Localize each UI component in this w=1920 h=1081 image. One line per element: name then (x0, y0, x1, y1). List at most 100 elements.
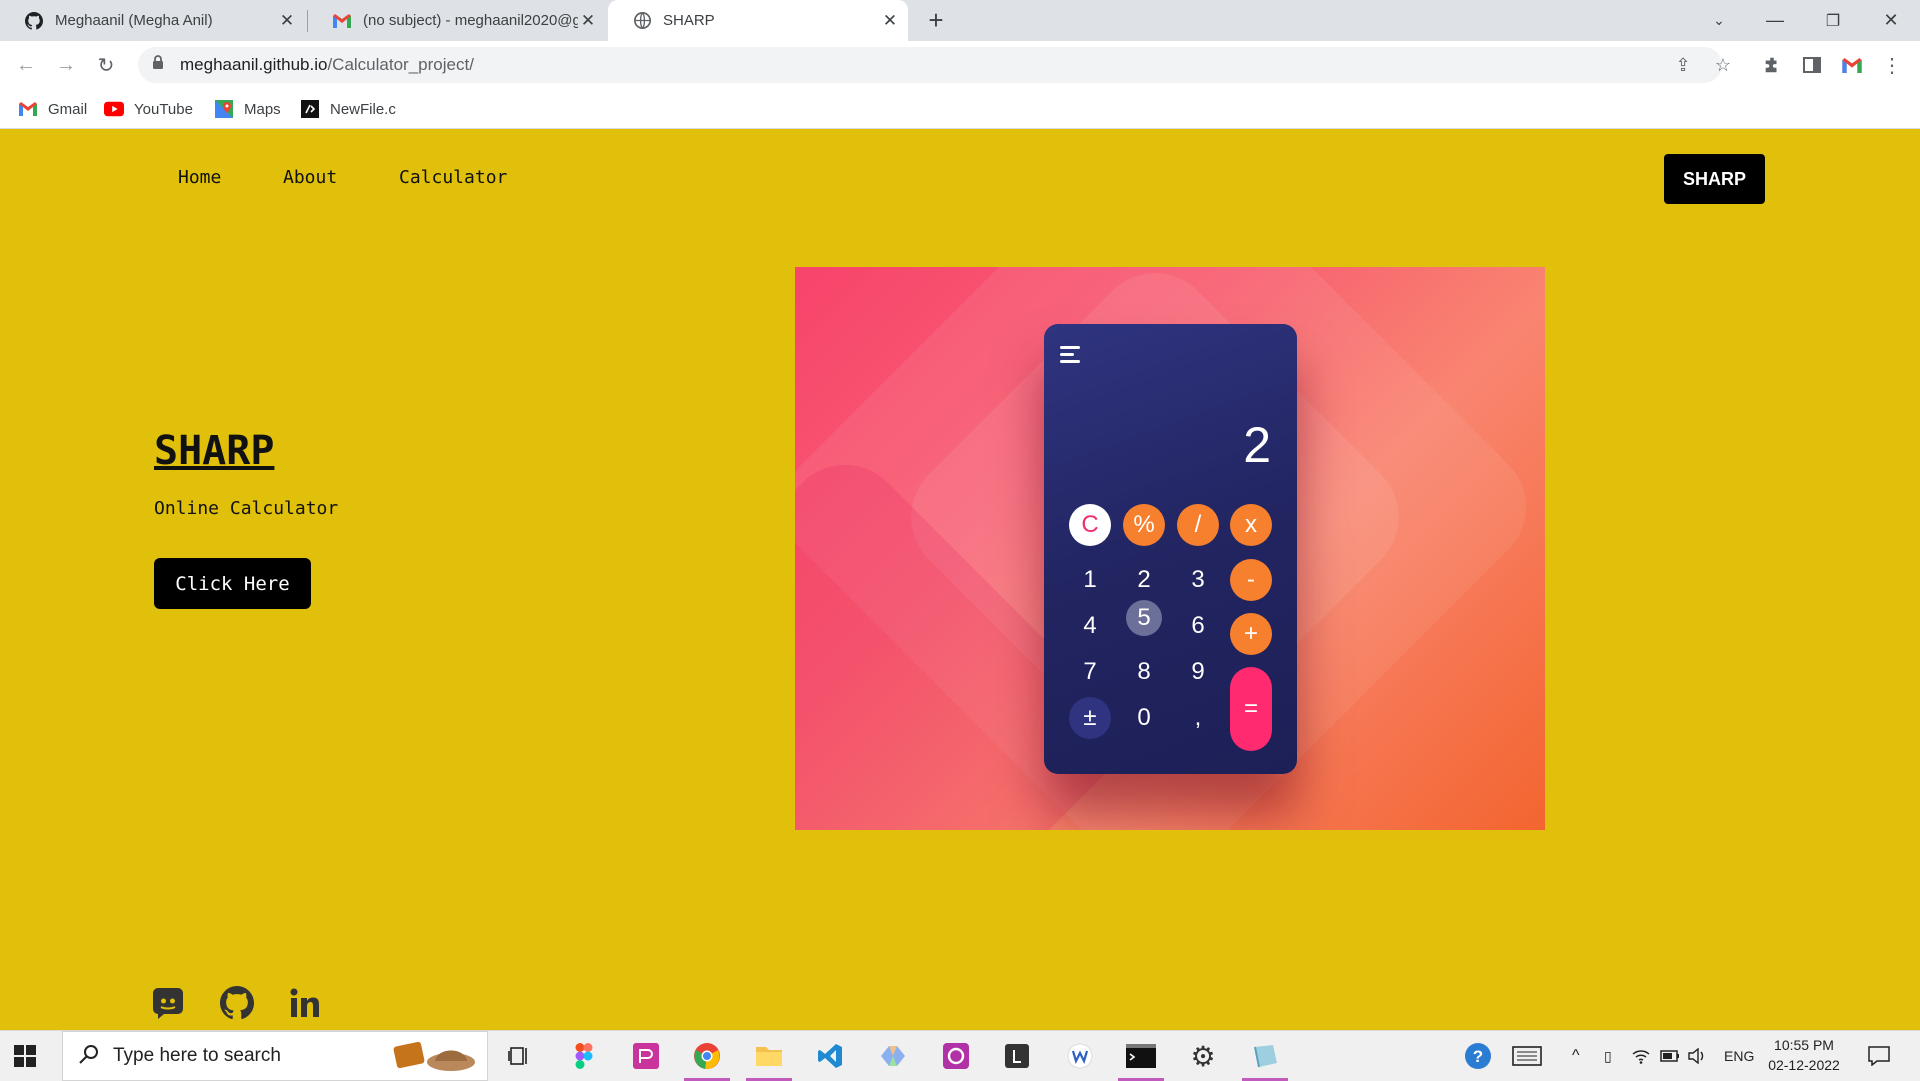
calculator-phone: 2 C % / x 1 2 3 - 4 5 6 + 7 8 9 = ± 0 , (1044, 324, 1297, 774)
tab-sharp[interactable]: SHARP ✕ (608, 0, 908, 41)
figma-icon[interactable] (567, 1040, 601, 1072)
search-highlight-icon (389, 1036, 479, 1081)
reload-button[interactable]: ↻ (90, 49, 122, 81)
gmail-icon (18, 99, 38, 119)
address-bar[interactable]: meghaanil.github.io/Calculator_project/ (138, 47, 1722, 83)
brand-button[interactable]: SHARP (1664, 154, 1765, 204)
code-file-icon (300, 99, 320, 119)
calc-key-minus: - (1230, 559, 1272, 601)
terminal-icon[interactable] (1118, 1040, 1164, 1081)
calculator-illustration: 2 C % / x 1 2 3 - 4 5 6 + 7 8 9 = ± 0 , (795, 267, 1545, 830)
gmail-icon (333, 12, 351, 30)
calc-key-equals: = (1230, 667, 1272, 751)
web-page: Home About Calculator SHARP SHARP Online… (0, 129, 1920, 1030)
bookmark-maps[interactable]: Maps (214, 98, 281, 120)
settings-gear-icon[interactable]: ⚙ (1186, 1040, 1220, 1072)
globe-icon (633, 12, 651, 30)
close-icon[interactable]: ✕ (277, 11, 297, 31)
calc-key-0: 0 (1137, 704, 1151, 731)
tab-search-icon[interactable]: ⌄ (1696, 0, 1742, 41)
tab-title: (no subject) - meghaanil2020@g (363, 12, 578, 29)
battery-icon[interactable] (1660, 1031, 1680, 1081)
share-icon[interactable]: ⇪ (1665, 47, 1701, 83)
hero-subtitle: Online Calculator (154, 498, 339, 519)
clock-date: 02-12-2022 (1768, 1057, 1840, 1073)
bookmark-youtube[interactable]: YouTube (104, 98, 193, 120)
podcast-app-icon[interactable] (939, 1040, 973, 1072)
bookmark-newfile[interactable]: NewFile.c (300, 98, 396, 120)
word-app-icon[interactable] (1063, 1040, 1097, 1072)
clock[interactable]: 10:55 PM 02-12-2022 (1768, 1035, 1840, 1075)
show-hidden-icons-icon[interactable]: ^ (1572, 1031, 1580, 1081)
linkedin-icon[interactable] (288, 986, 322, 1020)
forward-button[interactable]: → (50, 49, 82, 81)
lock-icon (152, 55, 168, 75)
search-placeholder: Type here to search (113, 1045, 281, 1066)
github-icon[interactable] (220, 986, 254, 1020)
keyboard-tray-icon[interactable] (1512, 1031, 1542, 1081)
l-app-icon[interactable] (1000, 1040, 1034, 1072)
git-app-icon[interactable] (876, 1040, 910, 1072)
side-panel-icon[interactable] (1794, 47, 1830, 83)
click-here-button[interactable]: Click Here (154, 558, 311, 609)
nav-home-link[interactable]: Home (178, 167, 221, 188)
help-icon[interactable]: ? (1464, 1031, 1492, 1081)
notes-app-icon[interactable] (1242, 1040, 1288, 1081)
bookmark-gmail[interactable]: Gmail (18, 98, 87, 120)
wifi-icon[interactable] (1632, 1031, 1650, 1081)
extensions-icon[interactable] (1754, 47, 1790, 83)
calc-key-7: 7 (1083, 658, 1097, 685)
calc-display: 2 (1243, 417, 1271, 473)
window-close-button[interactable]: ✕ (1868, 0, 1914, 41)
calc-key-9: 9 (1191, 658, 1205, 685)
gmail-extension-icon[interactable] (1834, 47, 1870, 83)
close-icon[interactable]: ✕ (578, 11, 598, 31)
clock-time: 10:55 PM (1774, 1037, 1834, 1053)
calc-key-sign: ± (1069, 697, 1111, 739)
youtube-icon (104, 99, 124, 119)
task-view-icon[interactable] (502, 1040, 536, 1072)
close-icon[interactable]: ✕ (880, 11, 900, 31)
new-tab-button[interactable]: + (922, 6, 950, 34)
tab-strip: Meghaanil (Megha Anil) ✕ (no subject) - … (0, 0, 1920, 41)
browser-toolbar: ← → ↻ meghaanil.github.io/Calculator_pro… (0, 41, 1920, 90)
calc-key-6: 6 (1191, 612, 1205, 639)
notifications-icon[interactable] (1868, 1031, 1890, 1081)
nav-about-link[interactable]: About (283, 167, 337, 188)
calc-key-4: 4 (1083, 612, 1097, 639)
restore-button[interactable]: ❐ (1810, 0, 1856, 41)
github-icon (25, 11, 43, 30)
url-path: /Calculator_project/ (327, 55, 474, 74)
bookmark-label: Gmail (48, 100, 88, 118)
device-tray-icon[interactable]: ▯ (1604, 1031, 1612, 1081)
calc-key-1: 1 (1083, 566, 1097, 593)
taskbar-search-box[interactable]: Type here to search (62, 1031, 488, 1081)
volume-icon[interactable] (1688, 1031, 1706, 1081)
hero-title[interactable]: SHARP (154, 428, 274, 474)
language-indicator[interactable]: ENG (1724, 1031, 1754, 1081)
nav-calculator-link[interactable]: Calculator (399, 167, 507, 188)
bookmarks-bar: Gmail YouTube Maps NewFile.c (0, 90, 1920, 129)
calc-key-multiply: x (1230, 504, 1272, 546)
tab-github[interactable]: Meghaanil (Megha Anil) ✕ (0, 0, 305, 41)
windows-start-icon[interactable] (14, 1045, 36, 1067)
back-button[interactable]: ← (10, 49, 42, 81)
reader-app-icon[interactable] (629, 1040, 663, 1072)
calc-key-8: 8 (1137, 658, 1151, 685)
tab-gmail[interactable]: (no subject) - meghaanil2020@g ✕ (308, 0, 606, 41)
bookmark-star-icon[interactable]: ☆ (1705, 47, 1741, 83)
chrome-icon[interactable] (684, 1040, 730, 1081)
browser-menu-icon[interactable]: ⋮ (1874, 47, 1910, 83)
minimize-button[interactable]: — (1752, 0, 1798, 41)
calc-key-plus: + (1230, 613, 1272, 655)
discord-icon[interactable] (151, 986, 185, 1020)
maps-icon (214, 99, 234, 119)
vscode-icon[interactable] (813, 1040, 847, 1072)
bookmark-label: NewFile.c (330, 100, 396, 118)
search-icon (79, 1044, 99, 1069)
svg-text:?: ? (1473, 1047, 1483, 1066)
hamburger-icon (1060, 346, 1080, 367)
calc-key-comma: , (1194, 704, 1202, 731)
calc-key-clear: C (1069, 504, 1111, 546)
file-explorer-icon[interactable] (746, 1040, 792, 1081)
